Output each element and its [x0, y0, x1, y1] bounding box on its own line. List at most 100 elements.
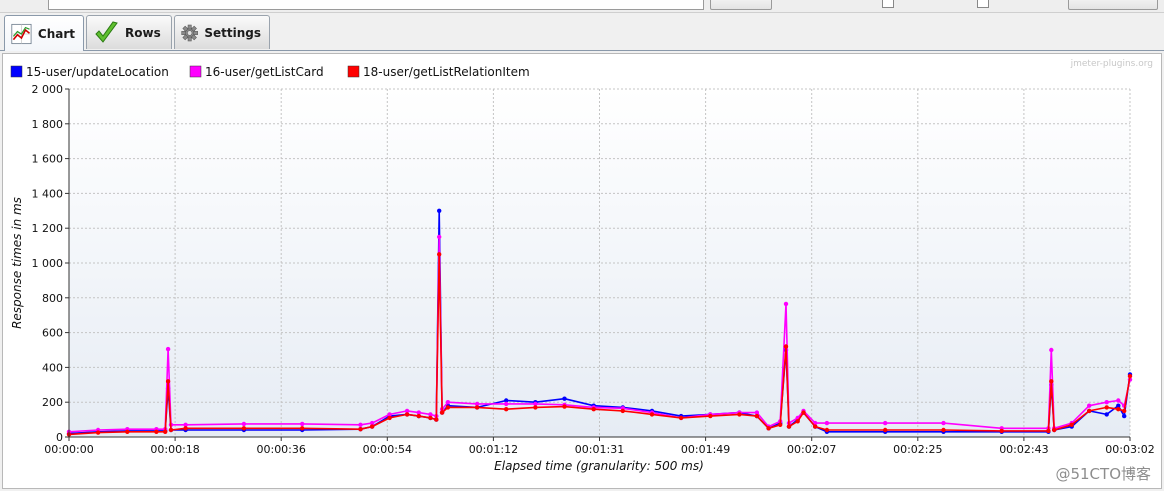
- x-tick-label: 00:03:02: [1105, 443, 1154, 456]
- x-tick-labels: 00:00:00 00:00:18 00:00:36 00:00:54 00:01:12…: [44, 437, 1155, 456]
- legend: 15-user/updateLocation 16-user/getListCar…: [10, 65, 530, 79]
- data-point: [1087, 408, 1092, 414]
- chart-panel: 0 200 400 600 800 1 000 1 200 1 400 1 600 1 800 2 …: [2, 53, 1162, 489]
- data-point: [1049, 347, 1054, 353]
- data-point: [1104, 400, 1109, 405]
- data-point: [387, 415, 392, 421]
- data-point: [439, 410, 445, 415]
- data-point: [620, 408, 625, 414]
- data-point: [165, 379, 171, 384]
- data-point: [1116, 407, 1121, 412]
- data-point: [504, 407, 509, 412]
- response-times-chart: 02004006008001 0001 2001 4001 6001 8002 …: [10, 59, 1155, 483]
- data-point: [1127, 373, 1133, 379]
- y-tick-label: 1 200: [32, 222, 64, 235]
- tab-chart[interactable]: Chart: [4, 15, 84, 51]
- legend-swatch: [189, 65, 202, 78]
- tab-rows[interactable]: Rows: [86, 15, 172, 49]
- data-point: [434, 417, 439, 422]
- x-axis-title: Elapsed time (granularity: 500 ms): [494, 459, 704, 473]
- browse-button[interactable]: [710, 0, 772, 10]
- tab-settings[interactable]: Settings: [174, 15, 270, 49]
- y-tick-label: 1 600: [32, 153, 64, 166]
- x-tick-label: 00:02:43: [999, 443, 1048, 456]
- x-tick-label: 00:00:36: [256, 443, 305, 456]
- data-point: [300, 421, 305, 427]
- data-point: [1049, 379, 1054, 384]
- data-point: [824, 427, 830, 433]
- data-point: [437, 208, 442, 213]
- data-point: [708, 413, 713, 419]
- data-point: [1122, 408, 1127, 414]
- data-point: [786, 424, 792, 429]
- data-point: [437, 234, 442, 240]
- data-point: [504, 401, 509, 407]
- data-point: [795, 419, 800, 424]
- site-watermark: @51CTO博客: [1055, 465, 1151, 483]
- data-point: [300, 426, 305, 431]
- data-point: [183, 426, 188, 431]
- data-point: [1046, 428, 1051, 434]
- data-point: [445, 405, 451, 410]
- configure-button[interactable]: [1068, 0, 1158, 10]
- data-point: [358, 422, 363, 427]
- data-point: [783, 344, 789, 349]
- data-point: [754, 413, 760, 419]
- legend-item: 16-user/getListCard: [189, 65, 324, 79]
- jmeter-watermark: jmeter-plugins.org: [1070, 59, 1153, 69]
- data-point: [813, 424, 818, 429]
- legend-item: 15-user/updateLocation: [10, 65, 169, 79]
- data-point: [533, 405, 538, 410]
- legend-label: 16-user/getListCard: [205, 65, 324, 79]
- data-point: [404, 412, 410, 417]
- tab-settings-label: Settings: [204, 25, 261, 40]
- data-point: [1052, 427, 1057, 433]
- filename-field[interactable]: [48, 0, 704, 10]
- legend-swatch: [347, 65, 360, 78]
- x-tick-label: 00:02:07: [787, 443, 836, 456]
- tab-chart-label: Chart: [37, 26, 75, 41]
- x-tick-label: 00:00:00: [44, 443, 93, 456]
- data-point: [1087, 403, 1092, 408]
- legend-label: 15-user/updateLocation: [26, 65, 169, 79]
- legend-label: 18-user/getListRelationItem: [363, 65, 530, 79]
- data-point: [562, 396, 567, 401]
- y-tick-labels: 02004006008001 0001 2001 4001 6001 8002 …: [32, 83, 69, 444]
- data-point: [941, 420, 946, 426]
- data-point: [941, 427, 946, 433]
- data-point: [241, 421, 247, 427]
- data-point: [416, 413, 421, 419]
- x-tick-label: 00:02:25: [893, 443, 942, 456]
- data-point: [428, 415, 433, 421]
- gear-icon: [181, 24, 198, 41]
- y-axis-title: Response times in ms: [10, 197, 24, 329]
- data-point: [95, 430, 101, 435]
- data-point: [241, 426, 247, 431]
- data-point: [445, 400, 451, 405]
- y-tick-label: 600: [42, 327, 63, 340]
- y-tick-label: 1 400: [32, 187, 64, 200]
- data-point: [678, 415, 684, 421]
- data-point: [766, 426, 771, 431]
- top-checkbox-2[interactable]: [977, 0, 989, 8]
- data-point: [649, 412, 655, 417]
- data-point: [883, 427, 888, 433]
- data-point: [168, 427, 174, 433]
- y-tick-label: 1 000: [32, 257, 64, 270]
- data-point: [824, 420, 830, 426]
- data-point: [562, 404, 567, 409]
- data-point: [154, 429, 159, 434]
- data-point: [358, 427, 363, 432]
- data-point: [369, 424, 375, 429]
- data-point: [1104, 405, 1109, 410]
- x-tick-label: 00:01:12: [469, 443, 518, 456]
- data-point: [783, 301, 789, 307]
- data-point: [737, 412, 742, 417]
- data-point: [883, 420, 888, 426]
- data-point: [163, 429, 168, 434]
- data-point: [1104, 412, 1109, 417]
- data-point: [1116, 398, 1121, 403]
- top-checkbox-1[interactable]: [882, 0, 894, 8]
- y-tick-label: 2 000: [32, 83, 64, 96]
- data-point: [474, 405, 480, 410]
